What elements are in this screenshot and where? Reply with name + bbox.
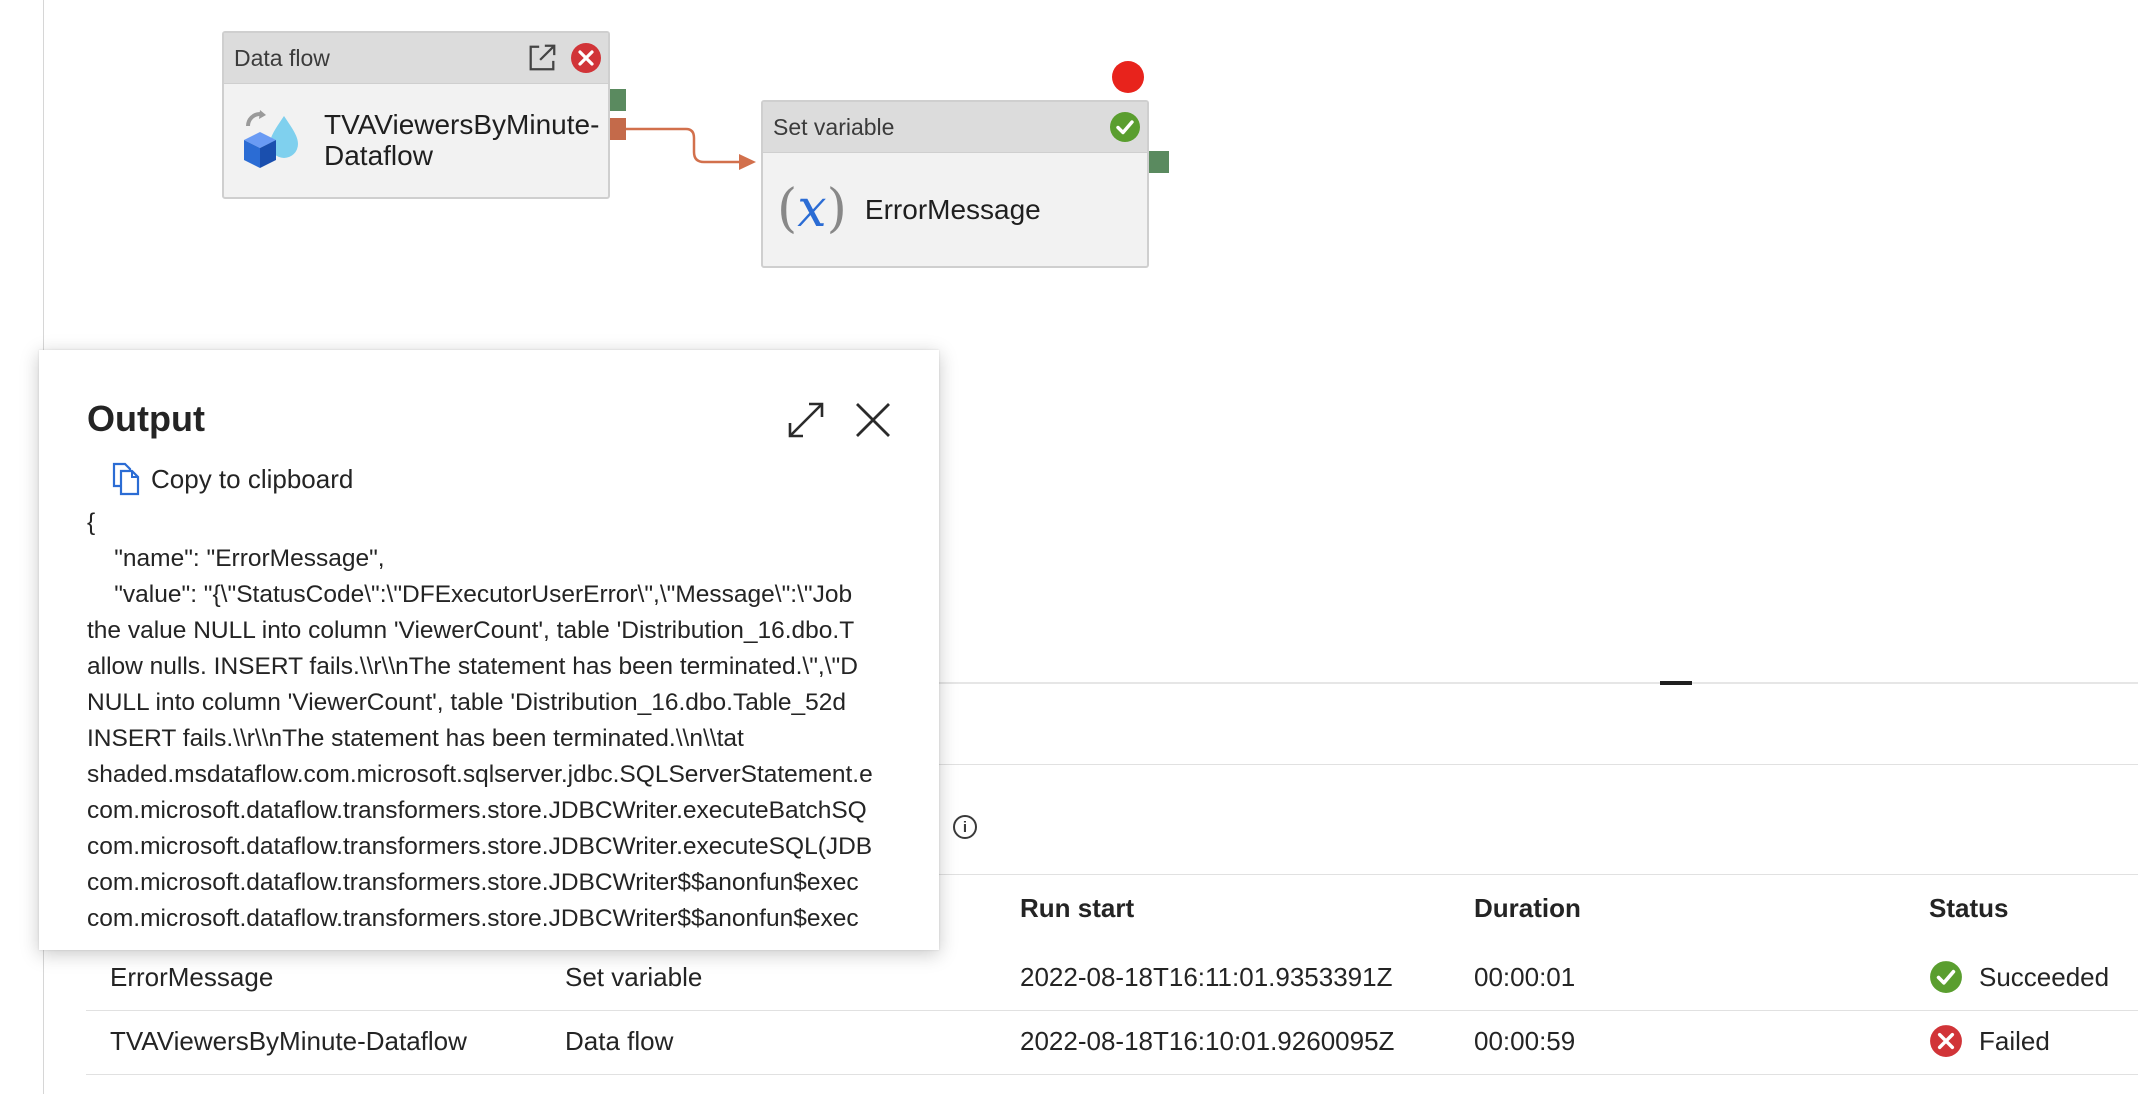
column-header-status[interactable]: Status — [1929, 893, 2008, 924]
json-line: "value": "{\"StatusCode\":\"DFExecutorUs… — [87, 581, 853, 608]
dataflow-cube-icon — [238, 108, 302, 172]
activity-type-cell: Data flow — [565, 1026, 674, 1056]
run-start-cell: 2022-08-18T16:10:01.9260095Z — [1020, 1026, 1395, 1056]
json-line: shaded.msdataflow.com.microsoft.sqlserve… — [87, 761, 873, 788]
setvariable-activity-body: (x) ErrorMessage — [763, 153, 1147, 265]
activity-type-cell: Set variable — [565, 962, 703, 992]
info-icon[interactable]: i — [953, 815, 977, 839]
success-check-icon — [1109, 111, 1141, 143]
column-header-duration[interactable]: Duration — [1474, 893, 1581, 924]
activity-name-cell[interactable]: TVAViewersByMinute-Dataflow — [110, 1026, 467, 1057]
dataflow-activity-type-label: Data flow — [234, 44, 330, 71]
json-line: { — [87, 509, 96, 536]
dataflow-success-port[interactable] — [610, 89, 626, 111]
duration-cell: 00:00:59 — [1474, 1026, 1576, 1056]
status-text: Failed — [1979, 1025, 2050, 1056]
run-start-cell: 2022-08-18T16:11:01.9353391Z — [1020, 962, 1393, 992]
json-line: com.microsoft.dataflow.transformers.stor… — [87, 905, 859, 932]
json-line: com.microsoft.dataflow.transformers.stor… — [87, 833, 873, 860]
close-icon[interactable] — [851, 398, 895, 442]
variable-x-icon: (x) — [777, 179, 847, 239]
json-line: INSERT fails.\\r\\nThe statement has bee… — [87, 725, 744, 752]
dataflow-failure-port[interactable] — [610, 118, 626, 140]
dataflow-activity-name: TVAViewersByMinute- Dataflow — [324, 109, 600, 171]
setvariable-activity-name: ErrorMessage — [864, 193, 1041, 225]
setvariable-activity-header: Set variable — [763, 102, 1147, 153]
copy-to-clipboard-label: Copy to clipboard — [151, 463, 354, 494]
json-line: com.microsoft.dataflow.transformers.stor… — [87, 869, 859, 896]
json-line: the value NULL into column 'ViewerCount'… — [87, 617, 855, 644]
output-panel: Output Copy to clipboard { "name": "Erro… — [39, 350, 939, 950]
status-cell: Succeeded — [1929, 960, 2109, 994]
setvariable-success-port[interactable] — [1149, 151, 1169, 173]
open-in-new-icon[interactable] — [526, 42, 558, 74]
status-cell: Failed — [1929, 1024, 2050, 1058]
failure-connector-arrow — [626, 127, 756, 170]
table-row[interactable]: TVAViewersByMinute-Dataflow Data flow 20… — [86, 1010, 2138, 1075]
activity-name-cell[interactable]: ErrorMessage — [110, 962, 273, 993]
breakpoint-dot[interactable] — [1112, 61, 1144, 93]
json-line: com.microsoft.dataflow.transformers.stor… — [87, 797, 867, 824]
json-line: NULL into column 'ViewerCount', table 'D… — [87, 689, 847, 716]
duration-cell: 00:00:01 — [1474, 962, 1576, 992]
pane-resize-handle[interactable] — [1660, 681, 1692, 685]
column-header-run-start[interactable]: Run start — [1020, 893, 1134, 924]
setvariable-activity[interactable]: Set variable (x) ErrorMessage — [761, 100, 1149, 268]
setvariable-activity-type-label: Set variable — [773, 113, 895, 140]
json-line: allow nulls. INSERT fails.\\r\\nThe stat… — [87, 653, 858, 680]
success-check-icon — [1929, 960, 1963, 994]
dataflow-activity-body: TVAViewersByMinute- Dataflow — [224, 84, 608, 196]
status-text: Succeeded — [1979, 961, 2110, 992]
expand-icon[interactable] — [784, 398, 828, 442]
error-circle-icon — [570, 42, 602, 74]
error-circle-icon — [1929, 1024, 1963, 1058]
json-line: "name": "ErrorMessage", — [87, 545, 385, 572]
dataflow-activity[interactable]: Data flow TVAViewersByMinute- Dataflow — [222, 31, 610, 199]
table-row[interactable]: ErrorMessage Set variable 2022-08-18T16:… — [86, 946, 2138, 1011]
copy-icon — [111, 462, 141, 496]
output-json-viewer[interactable]: { "name": "ErrorMessage", "value": "{\"S… — [87, 505, 932, 950]
output-panel-title: Output — [87, 398, 205, 439]
dataflow-activity-header: Data flow — [224, 33, 608, 84]
copy-to-clipboard-button[interactable]: Copy to clipboard — [111, 462, 353, 496]
